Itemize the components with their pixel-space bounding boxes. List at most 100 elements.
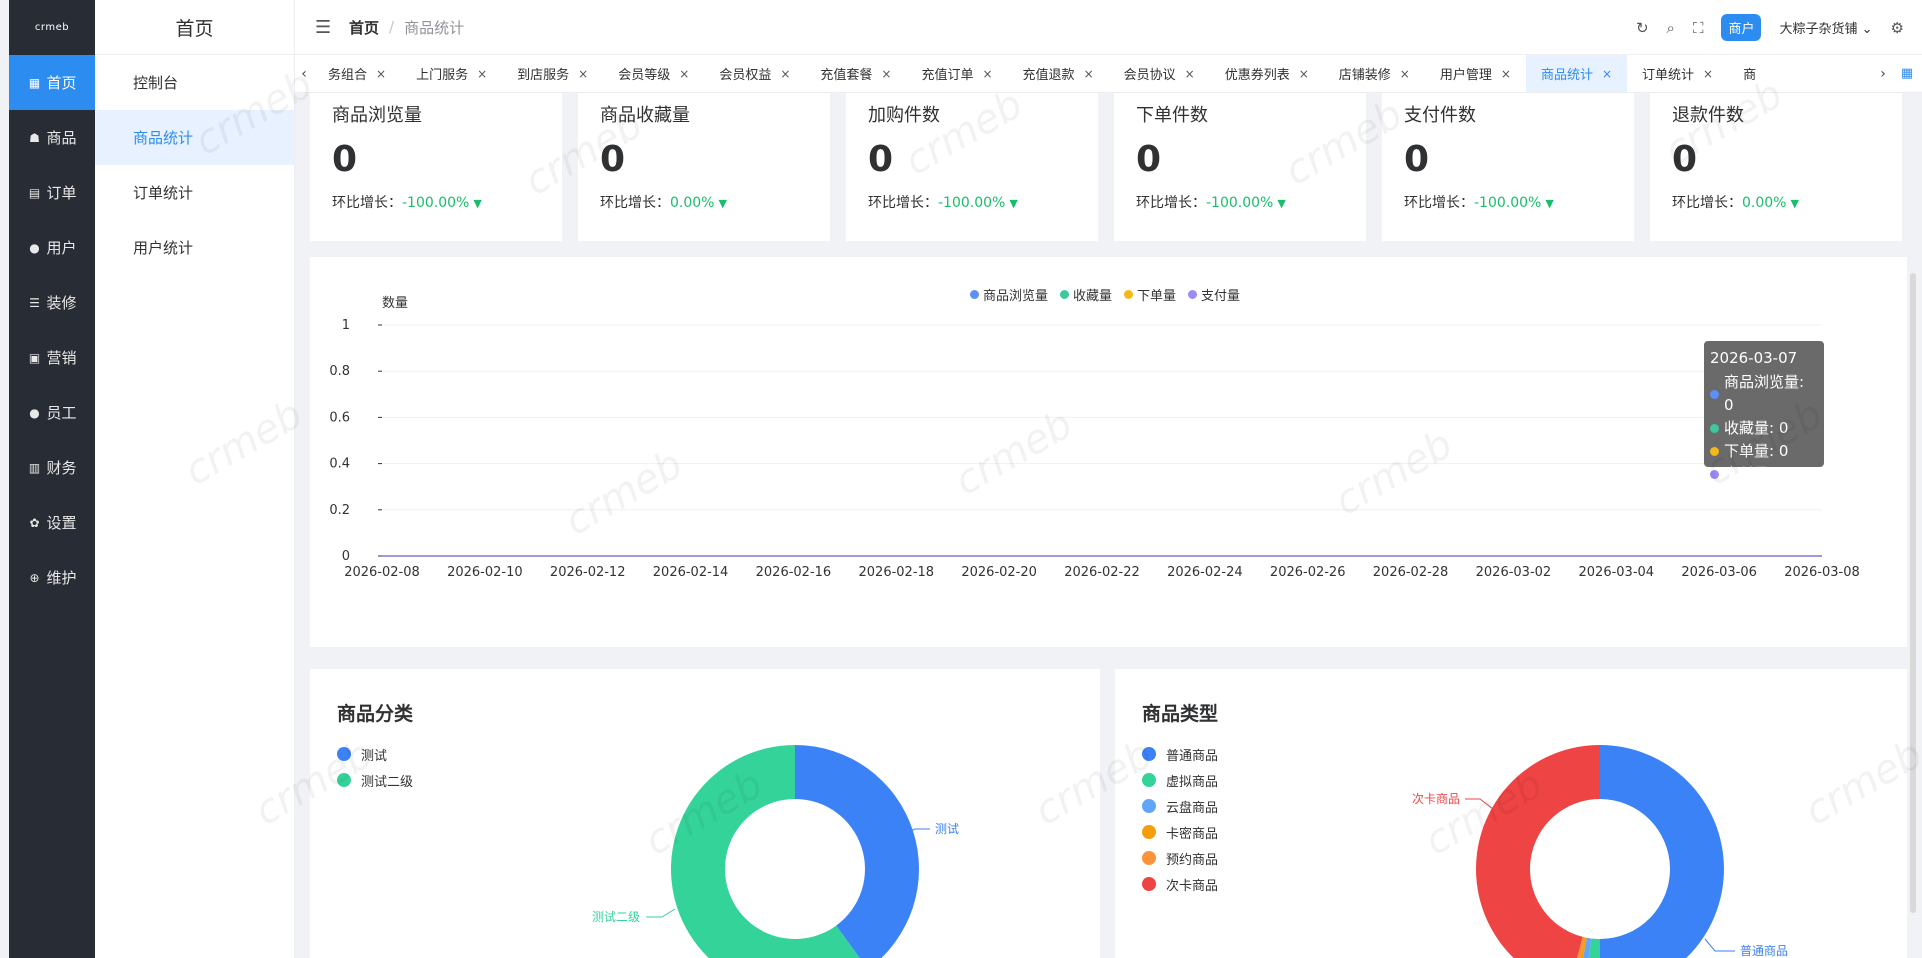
tab-11[interactable]: 用户管理 × <box>1425 55 1526 92</box>
tab-close-icon[interactable]: × <box>780 67 790 81</box>
pie-slice-0[interactable] <box>795 745 919 958</box>
tab-close-icon[interactable]: × <box>1299 67 1309 81</box>
sub-menu-item-1[interactable]: 商品统计 <box>95 110 294 165</box>
tab-close-icon[interactable]: × <box>477 67 487 81</box>
content-scrollbar[interactable] <box>1910 273 1916 913</box>
tab-6[interactable]: 充值订单 × <box>906 55 1007 92</box>
stat-label: 下单件数 <box>1136 105 1208 126</box>
tab-5[interactable]: 充值套餐 × <box>805 55 906 92</box>
tab-0[interactable]: 务组合 × <box>313 55 401 92</box>
tab-label: 店铺装修 <box>1338 68 1391 83</box>
tabs-scroll-right-icon[interactable]: › <box>1874 66 1892 82</box>
legend-item[interactable]: 收藏量 <box>1060 285 1112 304</box>
growth-label: 环比增长： <box>600 195 670 211</box>
pie-slice-0[interactable] <box>1600 745 1724 958</box>
x-tick-label: 2026-02-26 <box>1270 565 1346 580</box>
nav-icon: ▤ <box>28 185 41 200</box>
app-logo[interactable]: crmeb <box>9 0 95 55</box>
nav-item-5[interactable]: ▣ 营销 <box>9 330 95 385</box>
shop-name: 大粽子杂货铺 <box>1779 22 1858 37</box>
tab-close-icon[interactable]: × <box>1084 67 1094 81</box>
tab-9[interactable]: 优惠券列表 × <box>1210 55 1324 92</box>
chevron-down-icon: ⌄ <box>1861 22 1873 37</box>
nav-icon: ☗ <box>29 130 40 145</box>
main-content: 商品浏览量 0 环比增长：-100.00% ▼ 商品收藏量 0 环比增长：0.00% ▼ 加购件… <box>295 93 1922 958</box>
breadcrumb-home[interactable]: 首页 <box>349 17 379 38</box>
legend-item[interactable]: 下单量 <box>1124 285 1176 304</box>
category-pie-chart: 测试测试二级 <box>592 745 959 958</box>
tab-close-icon[interactable]: × <box>1400 67 1410 81</box>
chart-tooltip: 2026-03-07 商品浏览量: 0 收藏量: 0 下单量: 0 支付量: 0 <box>1704 341 1824 483</box>
tab-4[interactable]: 会员权益 × <box>704 55 805 92</box>
tab-10[interactable]: 店铺装修 × <box>1324 55 1425 92</box>
collapse-menu-icon[interactable]: ☰ <box>315 17 335 38</box>
legend-dot <box>1124 290 1134 299</box>
type-pie-chart: 普通商品 次卡商品 <box>1412 745 1788 958</box>
refresh-icon[interactable]: ↻ <box>1636 19 1649 37</box>
down-triangle-icon: ▼ <box>1545 197 1554 210</box>
tab-close-icon[interactable]: × <box>1602 67 1612 81</box>
nav-item-2[interactable]: ▤ 订单 <box>9 165 95 220</box>
tab-close-icon[interactable]: × <box>376 67 386 81</box>
sub-menu-item-0[interactable]: 控制台 <box>95 55 294 110</box>
down-triangle-icon: ▼ <box>1790 197 1799 210</box>
stat-label: 退款件数 <box>1672 105 1744 126</box>
nav-label: 商品 <box>46 129 77 147</box>
trend-line-chart: 数量 0 0.2 0.4 0.6 0.8 1 2026-02-08 2026-02-10 2026… <box>329 296 1859 580</box>
tabs-scroll-left-icon[interactable]: ‹ <box>295 66 313 82</box>
sub-menu-item-2[interactable]: 订单统计 <box>95 165 294 220</box>
pie-slice-5[interactable] <box>1476 745 1600 958</box>
stat-card: 退款件数 0 环比增长：0.00% ▼ <box>1650 93 1902 241</box>
tab-1[interactable]: 上门服务 × <box>401 55 502 92</box>
nav-label: 订单 <box>46 184 77 202</box>
tab-close-icon[interactable]: × <box>1703 67 1713 81</box>
stat-label: 支付件数 <box>1404 105 1476 126</box>
tab-close-icon[interactable]: × <box>1185 67 1195 81</box>
y-tick-label: 0 <box>342 549 350 564</box>
tab-8[interactable]: 会员协议 × <box>1109 55 1210 92</box>
legend-item[interactable]: 商品浏览量 <box>970 285 1048 304</box>
nav-label: 营销 <box>46 349 77 367</box>
tab-close-icon[interactable]: × <box>1501 67 1511 81</box>
settings-gear-icon[interactable]: ⚙ <box>1891 19 1904 37</box>
nav-item-3[interactable]: ● 用户 <box>9 220 95 275</box>
tab-3[interactable]: 会员等级 × <box>603 55 704 92</box>
tab-12[interactable]: 商品统计 × <box>1525 55 1628 92</box>
tab-close-icon[interactable]: × <box>578 67 588 81</box>
nav-item-7[interactable]: ▥ 财务 <box>9 440 95 495</box>
stat-card: 支付件数 0 环比增长：-100.00% ▼ <box>1382 93 1634 241</box>
x-tick-label: 2026-03-06 <box>1681 565 1757 580</box>
down-triangle-icon: ▼ <box>1009 197 1018 210</box>
tab-close-icon[interactable]: × <box>679 67 689 81</box>
nav-item-0[interactable]: ▦ 首页 <box>9 55 95 110</box>
tab-2[interactable]: 到店服务 × <box>502 55 603 92</box>
stat-label: 加购件数 <box>868 105 940 126</box>
tab-13[interactable]: 订单统计 × <box>1627 55 1728 92</box>
tabs-menu-grid-icon[interactable]: ▦ <box>1892 66 1922 81</box>
tab-close-icon[interactable]: × <box>881 67 891 81</box>
nav-item-9[interactable]: ⊕ 维护 <box>9 550 95 605</box>
nav-item-4[interactable]: ☰ 装修 <box>9 275 95 330</box>
tab-label: 优惠券列表 <box>1224 68 1290 83</box>
sub-menu-item-3[interactable]: 用户统计 <box>95 220 294 275</box>
nav-label: 用户 <box>46 239 77 257</box>
tab-label: 会员等级 <box>618 68 671 83</box>
shop-name-dropdown[interactable]: 大粽子杂货铺 ⌄ <box>1779 18 1872 37</box>
stat-value: 0 <box>1136 139 1162 180</box>
fullscreen-icon[interactable]: ⛶ <box>1693 19 1704 37</box>
nav-item-1[interactable]: ☗ 商品 <box>9 110 95 165</box>
nav-item-6[interactable]: ● 员工 <box>9 385 95 440</box>
nav-item-8[interactable]: ✿ 设置 <box>9 495 95 550</box>
x-tick-label: 2026-02-16 <box>756 565 832 580</box>
x-tick-label: 2026-02-10 <box>447 565 523 580</box>
tooltip-dot <box>1710 470 1719 479</box>
tooltip-text: 商品浏览量: 0 <box>1723 373 1805 414</box>
tab-close-icon[interactable]: × <box>982 67 992 81</box>
tab-14[interactable]: 商 <box>1728 55 1771 92</box>
stat-card: 加购件数 0 环比增长：-100.00% ▼ <box>846 93 1098 241</box>
tab-7[interactable]: 充值退款 × <box>1008 55 1109 92</box>
search-icon[interactable]: ⌕ <box>1667 19 1675 37</box>
y-tick-label: 0.4 <box>329 457 350 472</box>
legend-item[interactable]: 支付量 <box>1188 285 1240 304</box>
stat-growth: 环比增长：-100.00% ▼ <box>1136 192 1344 212</box>
